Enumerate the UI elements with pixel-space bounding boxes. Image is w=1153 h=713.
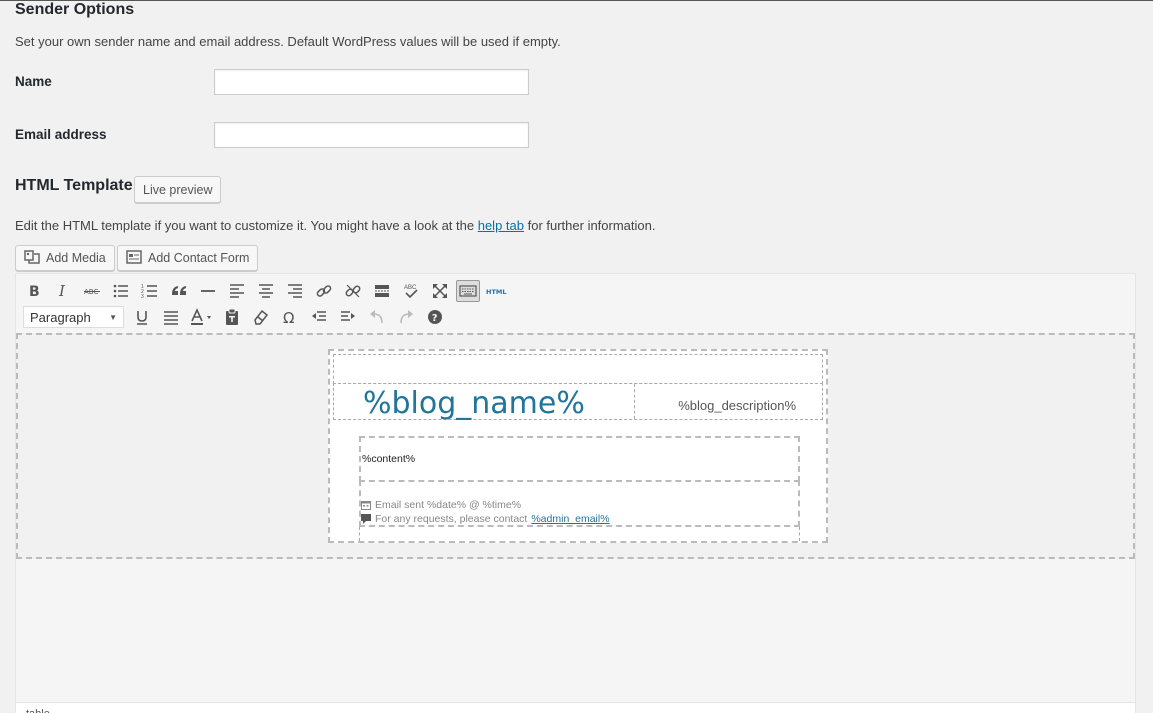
email-header-row: %blog_name% %blog_description% xyxy=(333,383,823,421)
svg-text:B: B xyxy=(29,284,40,300)
svg-text:ABC: ABC xyxy=(404,285,417,291)
numbered-list-icon[interactable]: 123 xyxy=(135,278,164,304)
fullscreen-icon[interactable] xyxy=(425,278,454,304)
align-left-icon[interactable] xyxy=(222,278,251,304)
description-text-start: Edit the HTML template if you want to cu… xyxy=(15,218,478,233)
svg-text:3: 3 xyxy=(141,294,144,300)
read-more-icon[interactable] xyxy=(367,278,396,304)
email-sent-text: Email sent %date% @ %time% xyxy=(375,499,522,511)
email-address-input[interactable] xyxy=(214,122,529,148)
editor-status-path[interactable]: table xyxy=(16,702,1135,713)
top-divider xyxy=(0,0,1153,1)
calendar-icon xyxy=(361,500,371,510)
email-content-cell[interactable]: %content% xyxy=(359,436,800,482)
svg-text:HTML: HTML xyxy=(486,288,506,296)
redo-icon[interactable] xyxy=(391,304,420,330)
svg-text:I: I xyxy=(58,282,66,300)
unlink-icon[interactable] xyxy=(338,278,367,304)
sender-options-heading: Sender Options xyxy=(15,1,135,18)
underline-icon[interactable] xyxy=(127,304,156,330)
spellcheck-icon[interactable]: ABC xyxy=(396,278,425,304)
blog-name-placeholder[interactable]: %blog_name% xyxy=(363,386,585,421)
bold-icon[interactable]: B xyxy=(19,278,48,304)
contact-line: For any requests, please contact %admin_… xyxy=(361,513,610,525)
horizontal-rule-icon[interactable] xyxy=(193,278,222,304)
svg-text:Ω: Ω xyxy=(283,309,294,326)
add-contact-form-label: Add Contact Form xyxy=(148,251,250,265)
italic-icon[interactable]: I xyxy=(48,278,77,304)
align-center-icon[interactable] xyxy=(251,278,280,304)
email-template-table[interactable]: %blog_name% %blog_description% %content%… xyxy=(328,349,828,543)
strikethrough-icon[interactable]: ABC xyxy=(77,278,106,304)
speech-bubble-icon xyxy=(361,514,371,524)
indent-icon[interactable] xyxy=(333,304,362,330)
add-media-label: Add Media xyxy=(46,251,106,265)
justify-icon[interactable] xyxy=(156,304,185,330)
name-input[interactable] xyxy=(214,69,529,95)
html-template-description: Edit the HTML template if you want to cu… xyxy=(15,218,655,233)
editor-toolbar-row-1: B I ABC 123 ABC HTML xyxy=(19,278,511,304)
link-icon[interactable] xyxy=(309,278,338,304)
toolbar-toggle-icon[interactable] xyxy=(456,280,480,302)
live-preview-label: Live preview xyxy=(143,182,213,197)
add-media-icon xyxy=(24,249,40,267)
svg-text:?: ? xyxy=(431,313,437,324)
sender-options-description: Set your own sender name and email addre… xyxy=(15,34,561,49)
email-footer-cell[interactable]: Email sent %date% @ %time% For any reque… xyxy=(359,480,800,527)
editor-content-area[interactable]: %blog_name% %blog_description% %content%… xyxy=(16,333,1135,559)
email-top-spacer-row xyxy=(333,354,823,384)
bullet-list-icon[interactable] xyxy=(106,278,135,304)
html-template-heading: HTML Template xyxy=(15,177,133,194)
html-icon[interactable]: HTML xyxy=(482,278,511,304)
add-media-button[interactable]: Add Media xyxy=(15,245,115,271)
name-label: Name xyxy=(15,74,52,89)
outdent-icon[interactable] xyxy=(304,304,333,330)
admin-email-link[interactable]: %admin_email% xyxy=(531,513,609,525)
chevron-down-icon: ▼ xyxy=(109,312,117,322)
help-icon[interactable]: ? xyxy=(420,304,449,330)
editor-toolbar-row-2: Paragraph ▼ Ω ? xyxy=(19,304,449,330)
live-preview-button[interactable]: Live preview xyxy=(134,176,222,203)
content-placeholder[interactable]: %content% xyxy=(362,453,415,465)
special-char-icon[interactable]: Ω xyxy=(275,304,304,330)
undo-icon[interactable] xyxy=(362,304,391,330)
format-select-value: Paragraph xyxy=(30,309,91,325)
contact-text: For any requests, please contact xyxy=(375,513,528,525)
clear-format-icon[interactable] xyxy=(246,304,275,330)
blog-description-placeholder[interactable]: %blog_description% xyxy=(678,398,796,413)
format-select[interactable]: Paragraph ▼ xyxy=(23,306,124,328)
contact-form-icon xyxy=(126,249,142,267)
description-text-end: for further information. xyxy=(523,218,656,233)
email-sent-line: Email sent %date% @ %time% xyxy=(361,499,521,511)
help-tab-link[interactable]: help tab xyxy=(478,218,524,233)
email-bottom-spacer xyxy=(359,527,800,541)
blog-description-cell: %blog_description% xyxy=(634,384,822,419)
html-template-editor: B I ABC 123 ABC HTML Paragraph ▼ Ω ? xyxy=(15,273,1136,713)
align-right-icon[interactable] xyxy=(280,278,309,304)
add-contact-form-button[interactable]: Add Contact Form xyxy=(117,245,259,271)
text-color-icon[interactable] xyxy=(185,304,217,330)
email-address-label: Email address xyxy=(15,127,107,142)
blockquote-icon[interactable] xyxy=(164,278,193,304)
paste-text-icon[interactable] xyxy=(217,304,246,330)
